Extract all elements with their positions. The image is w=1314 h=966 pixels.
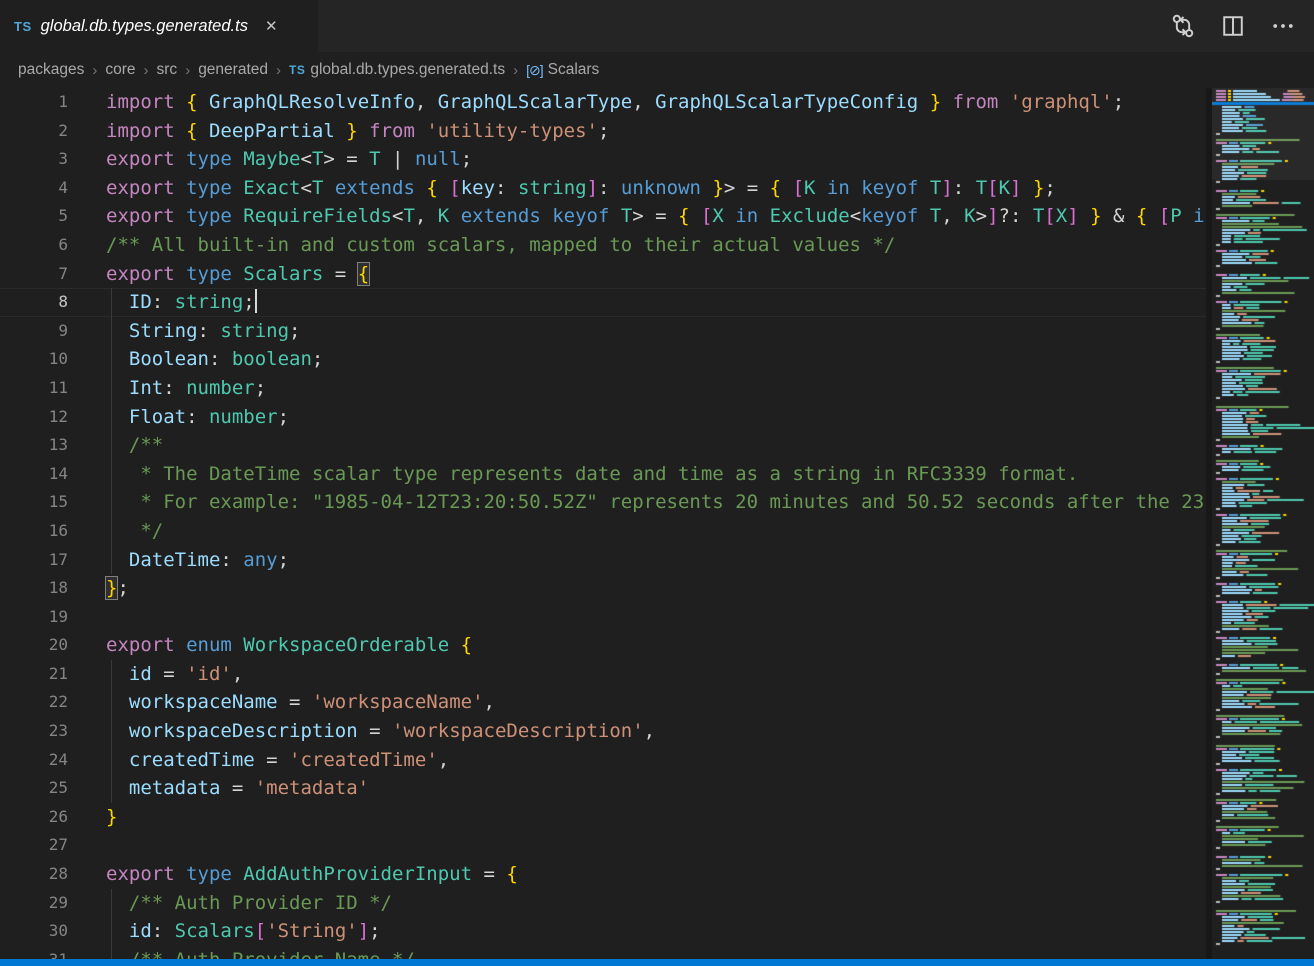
breadcrumb-item-core[interactable]: core [105, 61, 135, 79]
typescript-file-icon: TS [14, 19, 32, 34]
line-number[interactable]: 19 [0, 603, 68, 632]
code-line[interactable]: 14 * The DateTime scalar type represents… [0, 460, 1206, 489]
line-number[interactable]: 13 [0, 431, 68, 460]
symbol-type-icon: [⊘] [526, 62, 543, 79]
line-number[interactable]: 25 [0, 774, 68, 803]
code-line[interactable]: 26} [0, 803, 1206, 832]
code-line[interactable]: 30 id: Scalars['String']; [0, 917, 1206, 946]
text-cursor [255, 289, 257, 313]
chevron-right-icon: › [92, 62, 97, 79]
open-changes-icon[interactable] [1170, 13, 1196, 39]
line-number[interactable]: 4 [0, 174, 68, 203]
line-number[interactable]: 21 [0, 660, 68, 689]
code-lines: 1import { GraphQLResolveInfo, GraphQLSca… [0, 88, 1206, 959]
code-editor[interactable]: 1import { GraphQLResolveInfo, GraphQLSca… [0, 88, 1206, 959]
chevron-right-icon: › [185, 62, 190, 79]
code-line[interactable]: 28export type AddAuthProviderInput = { [0, 860, 1206, 889]
breadcrumb-label: global.db.types.generated.ts [310, 61, 505, 79]
line-number[interactable]: 5 [0, 202, 68, 231]
indent-guide [111, 288, 112, 574]
editor-actions [1170, 0, 1314, 52]
breadcrumb-item-packages[interactable]: packages [18, 61, 84, 79]
breadcrumb-item-src[interactable]: src [157, 61, 178, 79]
line-number[interactable]: 14 [0, 460, 68, 489]
line-number[interactable]: 31 [0, 946, 68, 959]
code-line[interactable]: 2import { DeepPartial } from 'utility-ty… [0, 117, 1206, 146]
code-line[interactable]: 10 Boolean: boolean; [0, 345, 1206, 374]
indent-guide [111, 889, 112, 959]
code-line[interactable]: 8 ID: string; [0, 288, 1206, 317]
code-line[interactable]: 29 /** Auth Provider ID */ [0, 889, 1206, 918]
line-number[interactable]: 27 [0, 831, 68, 860]
code-line[interactable]: 17 DateTime: any; [0, 546, 1206, 575]
line-number[interactable]: 22 [0, 688, 68, 717]
code-line[interactable]: 11 Int: number; [0, 374, 1206, 403]
code-line[interactable]: 22 workspaceName = 'workspaceName', [0, 688, 1206, 717]
code-line[interactable]: 13 /** [0, 431, 1206, 460]
code-line[interactable]: 1import { GraphQLResolveInfo, GraphQLSca… [0, 88, 1206, 117]
line-number[interactable]: 23 [0, 717, 68, 746]
code-line[interactable]: 12 Float: number; [0, 403, 1206, 432]
minimap[interactable] [1212, 88, 1314, 959]
line-number[interactable]: 26 [0, 803, 68, 832]
breadcrumb-item-generated[interactable]: generated [198, 61, 268, 79]
code-line[interactable]: 19 [0, 603, 1206, 632]
breadcrumb-label: Scalars [548, 61, 600, 79]
code-line[interactable]: 9 String: string; [0, 317, 1206, 346]
breadcrumb: packages › core › src › generated › TS global.db.… [0, 52, 1314, 88]
line-number[interactable]: 28 [0, 860, 68, 889]
more-actions-icon[interactable] [1270, 13, 1296, 39]
tab-title: global.db.types.generated.ts [41, 17, 248, 36]
code-line[interactable]: 27 [0, 831, 1206, 860]
line-number[interactable]: 7 [0, 260, 68, 289]
code-line[interactable]: 4export type Exact<T extends { [key: str… [0, 174, 1206, 203]
code-line[interactable]: 24 createdTime = 'createdTime', [0, 746, 1206, 775]
chevron-right-icon: › [144, 62, 149, 79]
chevron-right-icon: › [513, 62, 518, 79]
line-number[interactable]: 30 [0, 917, 68, 946]
line-number[interactable]: 6 [0, 231, 68, 260]
typescript-file-icon: TS [289, 63, 305, 77]
breadcrumb-label: packages [18, 61, 84, 79]
line-number[interactable]: 3 [0, 145, 68, 174]
code-line[interactable]: 31 /** Auth Provider Name */ [0, 946, 1206, 959]
breadcrumb-item-scalars[interactable]: [⊘] Scalars [526, 61, 599, 79]
code-line[interactable]: 5export type RequireFields<T, K extends … [0, 202, 1206, 231]
breadcrumb-item-global-db-types-generated-ts[interactable]: TS global.db.types.generated.ts [289, 61, 505, 79]
close-icon[interactable]: ✕ [265, 17, 278, 35]
split-editor-icon[interactable] [1220, 13, 1246, 39]
code-line[interactable]: 15 * For example: "1985-04-12T23:20:50.5… [0, 488, 1206, 517]
chevron-right-icon: › [276, 62, 281, 79]
breadcrumb-label: src [157, 61, 178, 79]
code-line[interactable]: 20export enum WorkspaceOrderable { [0, 631, 1206, 660]
line-number[interactable]: 8 [0, 288, 68, 317]
code-line[interactable]: 3export type Maybe<T> = T | null; [0, 145, 1206, 174]
breadcrumb-label: core [105, 61, 135, 79]
line-number[interactable]: 1 [0, 88, 68, 117]
breadcrumb-label: generated [198, 61, 268, 79]
line-number[interactable]: 12 [0, 403, 68, 432]
code-line[interactable]: 6/** All built-in and custom scalars, ma… [0, 231, 1206, 260]
tab-bar: TS global.db.types.generated.ts ✕ [0, 0, 1314, 52]
code-line[interactable]: 23 workspaceDescription = 'workspaceDesc… [0, 717, 1206, 746]
code-line[interactable]: 18}; [0, 574, 1206, 603]
line-number[interactable]: 10 [0, 345, 68, 374]
code-line[interactable]: 7export type Scalars = { [0, 260, 1206, 289]
line-number[interactable]: 20 [0, 631, 68, 660]
code-line[interactable]: 25 metadata = 'metadata' [0, 774, 1206, 803]
status-bar-strip [0, 959, 1314, 966]
line-number[interactable]: 2 [0, 117, 68, 146]
line-number[interactable]: 24 [0, 746, 68, 775]
line-number[interactable]: 29 [0, 889, 68, 918]
line-number[interactable]: 15 [0, 488, 68, 517]
line-number[interactable]: 17 [0, 546, 68, 575]
line-number[interactable]: 11 [0, 374, 68, 403]
line-number[interactable]: 18 [0, 574, 68, 603]
line-number[interactable]: 16 [0, 517, 68, 546]
code-line[interactable]: 21 id = 'id', [0, 660, 1206, 689]
tab-global-db-types[interactable]: TS global.db.types.generated.ts ✕ [0, 0, 318, 52]
indent-guide [111, 660, 112, 803]
line-number[interactable]: 9 [0, 317, 68, 346]
code-line[interactable]: 16 */ [0, 517, 1206, 546]
